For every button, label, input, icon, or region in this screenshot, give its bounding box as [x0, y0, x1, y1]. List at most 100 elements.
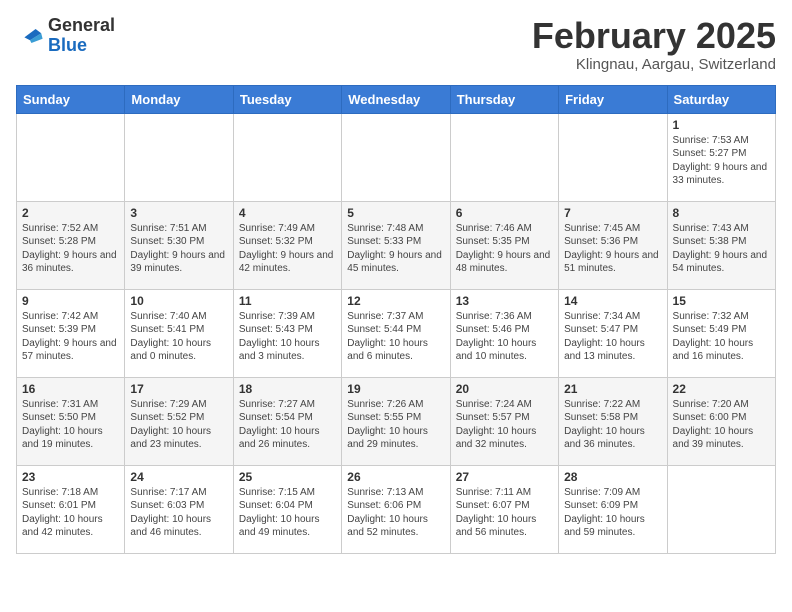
day-number: 27 [456, 470, 553, 484]
day-info: Sunrise: 7:13 AM Sunset: 6:06 PM Dayligh… [347, 486, 444, 540]
day-number: 3 [130, 206, 227, 220]
day-number: 9 [22, 294, 119, 308]
calendar-cell: 8 Sunrise: 7:43 AM Sunset: 5:38 PM Daylig… [667, 201, 775, 289]
calendar-cell: 19 Sunrise: 7:26 AM Sunset: 5:55 PM Dayli… [342, 377, 450, 465]
day-info: Sunrise: 7:36 AM Sunset: 5:46 PM Dayligh… [456, 310, 553, 364]
day-number: 26 [347, 470, 444, 484]
location-subtitle: Klingnau, Aargau, Switzerland [532, 56, 776, 73]
calendar-cell [125, 113, 233, 201]
calendar-cell: 26 Sunrise: 7:13 AM Sunset: 6:06 PM Dayli… [342, 465, 450, 553]
logo-icon [16, 22, 44, 50]
calendar-cell: 5Sunrise: 7:48 AM Sunset: 5:33 PM Daylig… [342, 201, 450, 289]
calendar-cell: 16 Sunrise: 7:31 AM Sunset: 5:50 PM Dayli… [17, 377, 125, 465]
day-info: Sunrise: 7:22 AM Sunset: 5:58 PM Dayligh… [564, 398, 661, 452]
calendar-cell: 4 Sunrise: 7:49 AM Sunset: 5:32 PM Daylig… [233, 201, 341, 289]
day-info: Sunrise: 7:26 AM Sunset: 5:55 PM Dayligh… [347, 398, 444, 452]
calendar-cell: 3 Sunrise: 7:51 AM Sunset: 5:30 PM Daylig… [125, 201, 233, 289]
header-saturday: Saturday [667, 85, 775, 113]
day-info: Sunrise: 7:27 AM Sunset: 5:54 PM Dayligh… [239, 398, 336, 452]
calendar-cell: 22 Sunrise: 7:20 AM Sunset: 6:00 PM Dayli… [667, 377, 775, 465]
day-number: 12 [347, 294, 444, 308]
header-tuesday: Tuesday [233, 85, 341, 113]
day-number: 11 [239, 294, 336, 308]
calendar-week-3: 9 Sunrise: 7:42 AM Sunset: 5:39 PM Daylig… [17, 289, 776, 377]
calendar-cell: 21Sunrise: 7:22 AM Sunset: 5:58 PM Dayli… [559, 377, 667, 465]
day-number: 24 [130, 470, 227, 484]
header-sunday: Sunday [17, 85, 125, 113]
calendar-table: Sunday Monday Tuesday Wednesday Thursday… [16, 85, 776, 554]
day-number: 20 [456, 382, 553, 396]
day-info: Sunrise: 7:52 AM Sunset: 5:28 PM Dayligh… [22, 222, 119, 276]
header-monday: Monday [125, 85, 233, 113]
day-number: 8 [673, 206, 770, 220]
header: General Blue February 2025 Klingnau, Aar… [16, 16, 776, 73]
day-number: 14 [564, 294, 661, 308]
day-info: Sunrise: 7:42 AM Sunset: 5:39 PM Dayligh… [22, 310, 119, 364]
calendar-cell: 28Sunrise: 7:09 AM Sunset: 6:09 PM Dayli… [559, 465, 667, 553]
calendar-cell: 2 Sunrise: 7:52 AM Sunset: 5:28 PM Daylig… [17, 201, 125, 289]
calendar-cell [667, 465, 775, 553]
day-number: 16 [22, 382, 119, 396]
day-number: 15 [673, 294, 770, 308]
day-number: 19 [347, 382, 444, 396]
calendar-cell: 18Sunrise: 7:27 AM Sunset: 5:54 PM Dayli… [233, 377, 341, 465]
header-friday: Friday [559, 85, 667, 113]
day-info: Sunrise: 7:31 AM Sunset: 5:50 PM Dayligh… [22, 398, 119, 452]
day-number: 22 [673, 382, 770, 396]
month-title: February 2025 [532, 16, 776, 56]
day-number: 7 [564, 206, 661, 220]
day-info: Sunrise: 7:37 AM Sunset: 5:44 PM Dayligh… [347, 310, 444, 364]
day-number: 13 [456, 294, 553, 308]
day-number: 17 [130, 382, 227, 396]
day-info: Sunrise: 7:09 AM Sunset: 6:09 PM Dayligh… [564, 486, 661, 540]
calendar-cell: 12 Sunrise: 7:37 AM Sunset: 5:44 PM Dayli… [342, 289, 450, 377]
day-number: 2 [22, 206, 119, 220]
calendar-cell: 6 Sunrise: 7:46 AM Sunset: 5:35 PM Daylig… [450, 201, 558, 289]
calendar-cell: 14 Sunrise: 7:34 AM Sunset: 5:47 PM Dayli… [559, 289, 667, 377]
calendar-cell [559, 113, 667, 201]
calendar-cell: 17Sunrise: 7:29 AM Sunset: 5:52 PM Dayli… [125, 377, 233, 465]
logo-blue: Blue [48, 35, 87, 55]
logo-general: General [48, 15, 115, 35]
day-info: Sunrise: 7:20 AM Sunset: 6:00 PM Dayligh… [673, 398, 770, 452]
calendar-cell: 11 Sunrise: 7:39 AM Sunset: 5:43 PM Dayli… [233, 289, 341, 377]
calendar-cell: 1 Sunrise: 7:53 AM Sunset: 5:27 PM Daylig… [667, 113, 775, 201]
calendar-cell: 9 Sunrise: 7:42 AM Sunset: 5:39 PM Daylig… [17, 289, 125, 377]
calendar-cell [233, 113, 341, 201]
calendar-cell [17, 113, 125, 201]
calendar-body: 1 Sunrise: 7:53 AM Sunset: 5:27 PM Daylig… [17, 113, 776, 553]
day-info: Sunrise: 7:17 AM Sunset: 6:03 PM Dayligh… [130, 486, 227, 540]
day-number: 10 [130, 294, 227, 308]
day-info: Sunrise: 7:43 AM Sunset: 5:38 PM Dayligh… [673, 222, 770, 276]
day-info: Sunrise: 7:53 AM Sunset: 5:27 PM Dayligh… [673, 134, 770, 188]
day-info: Sunrise: 7:34 AM Sunset: 5:47 PM Dayligh… [564, 310, 661, 364]
calendar-header: Sunday Monday Tuesday Wednesday Thursday… [17, 85, 776, 113]
day-info: Sunrise: 7:39 AM Sunset: 5:43 PM Dayligh… [239, 310, 336, 364]
day-number: 23 [22, 470, 119, 484]
calendar-cell: 24 Sunrise: 7:17 AM Sunset: 6:03 PM Dayli… [125, 465, 233, 553]
day-info: Sunrise: 7:11 AM Sunset: 6:07 PM Dayligh… [456, 486, 553, 540]
day-info: Sunrise: 7:48 AM Sunset: 5:33 PM Dayligh… [347, 222, 444, 276]
header-thursday: Thursday [450, 85, 558, 113]
day-info: Sunrise: 7:18 AM Sunset: 6:01 PM Dayligh… [22, 486, 119, 540]
logo: General Blue [16, 16, 115, 56]
day-number: 6 [456, 206, 553, 220]
calendar-cell: 27 Sunrise: 7:11 AM Sunset: 6:07 PM Dayli… [450, 465, 558, 553]
day-info: Sunrise: 7:51 AM Sunset: 5:30 PM Dayligh… [130, 222, 227, 276]
day-number: 4 [239, 206, 336, 220]
calendar-cell: 7 Sunrise: 7:45 AM Sunset: 5:36 PM Daylig… [559, 201, 667, 289]
day-info: Sunrise: 7:15 AM Sunset: 6:04 PM Dayligh… [239, 486, 336, 540]
day-info: Sunrise: 7:49 AM Sunset: 5:32 PM Dayligh… [239, 222, 336, 276]
day-info: Sunrise: 7:32 AM Sunset: 5:49 PM Dayligh… [673, 310, 770, 364]
calendar-cell: 10Sunrise: 7:40 AM Sunset: 5:41 PM Dayli… [125, 289, 233, 377]
calendar-cell: 13 Sunrise: 7:36 AM Sunset: 5:46 PM Dayli… [450, 289, 558, 377]
day-info: Sunrise: 7:46 AM Sunset: 5:35 PM Dayligh… [456, 222, 553, 276]
calendar-week-1: 1 Sunrise: 7:53 AM Sunset: 5:27 PM Daylig… [17, 113, 776, 201]
title-section: February 2025 Klingnau, Aargau, Switzerl… [532, 16, 776, 73]
header-row: Sunday Monday Tuesday Wednesday Thursday… [17, 85, 776, 113]
calendar-week-4: 16 Sunrise: 7:31 AM Sunset: 5:50 PM Dayli… [17, 377, 776, 465]
day-number: 1 [673, 118, 770, 132]
day-number: 25 [239, 470, 336, 484]
day-info: Sunrise: 7:45 AM Sunset: 5:36 PM Dayligh… [564, 222, 661, 276]
calendar-cell [450, 113, 558, 201]
